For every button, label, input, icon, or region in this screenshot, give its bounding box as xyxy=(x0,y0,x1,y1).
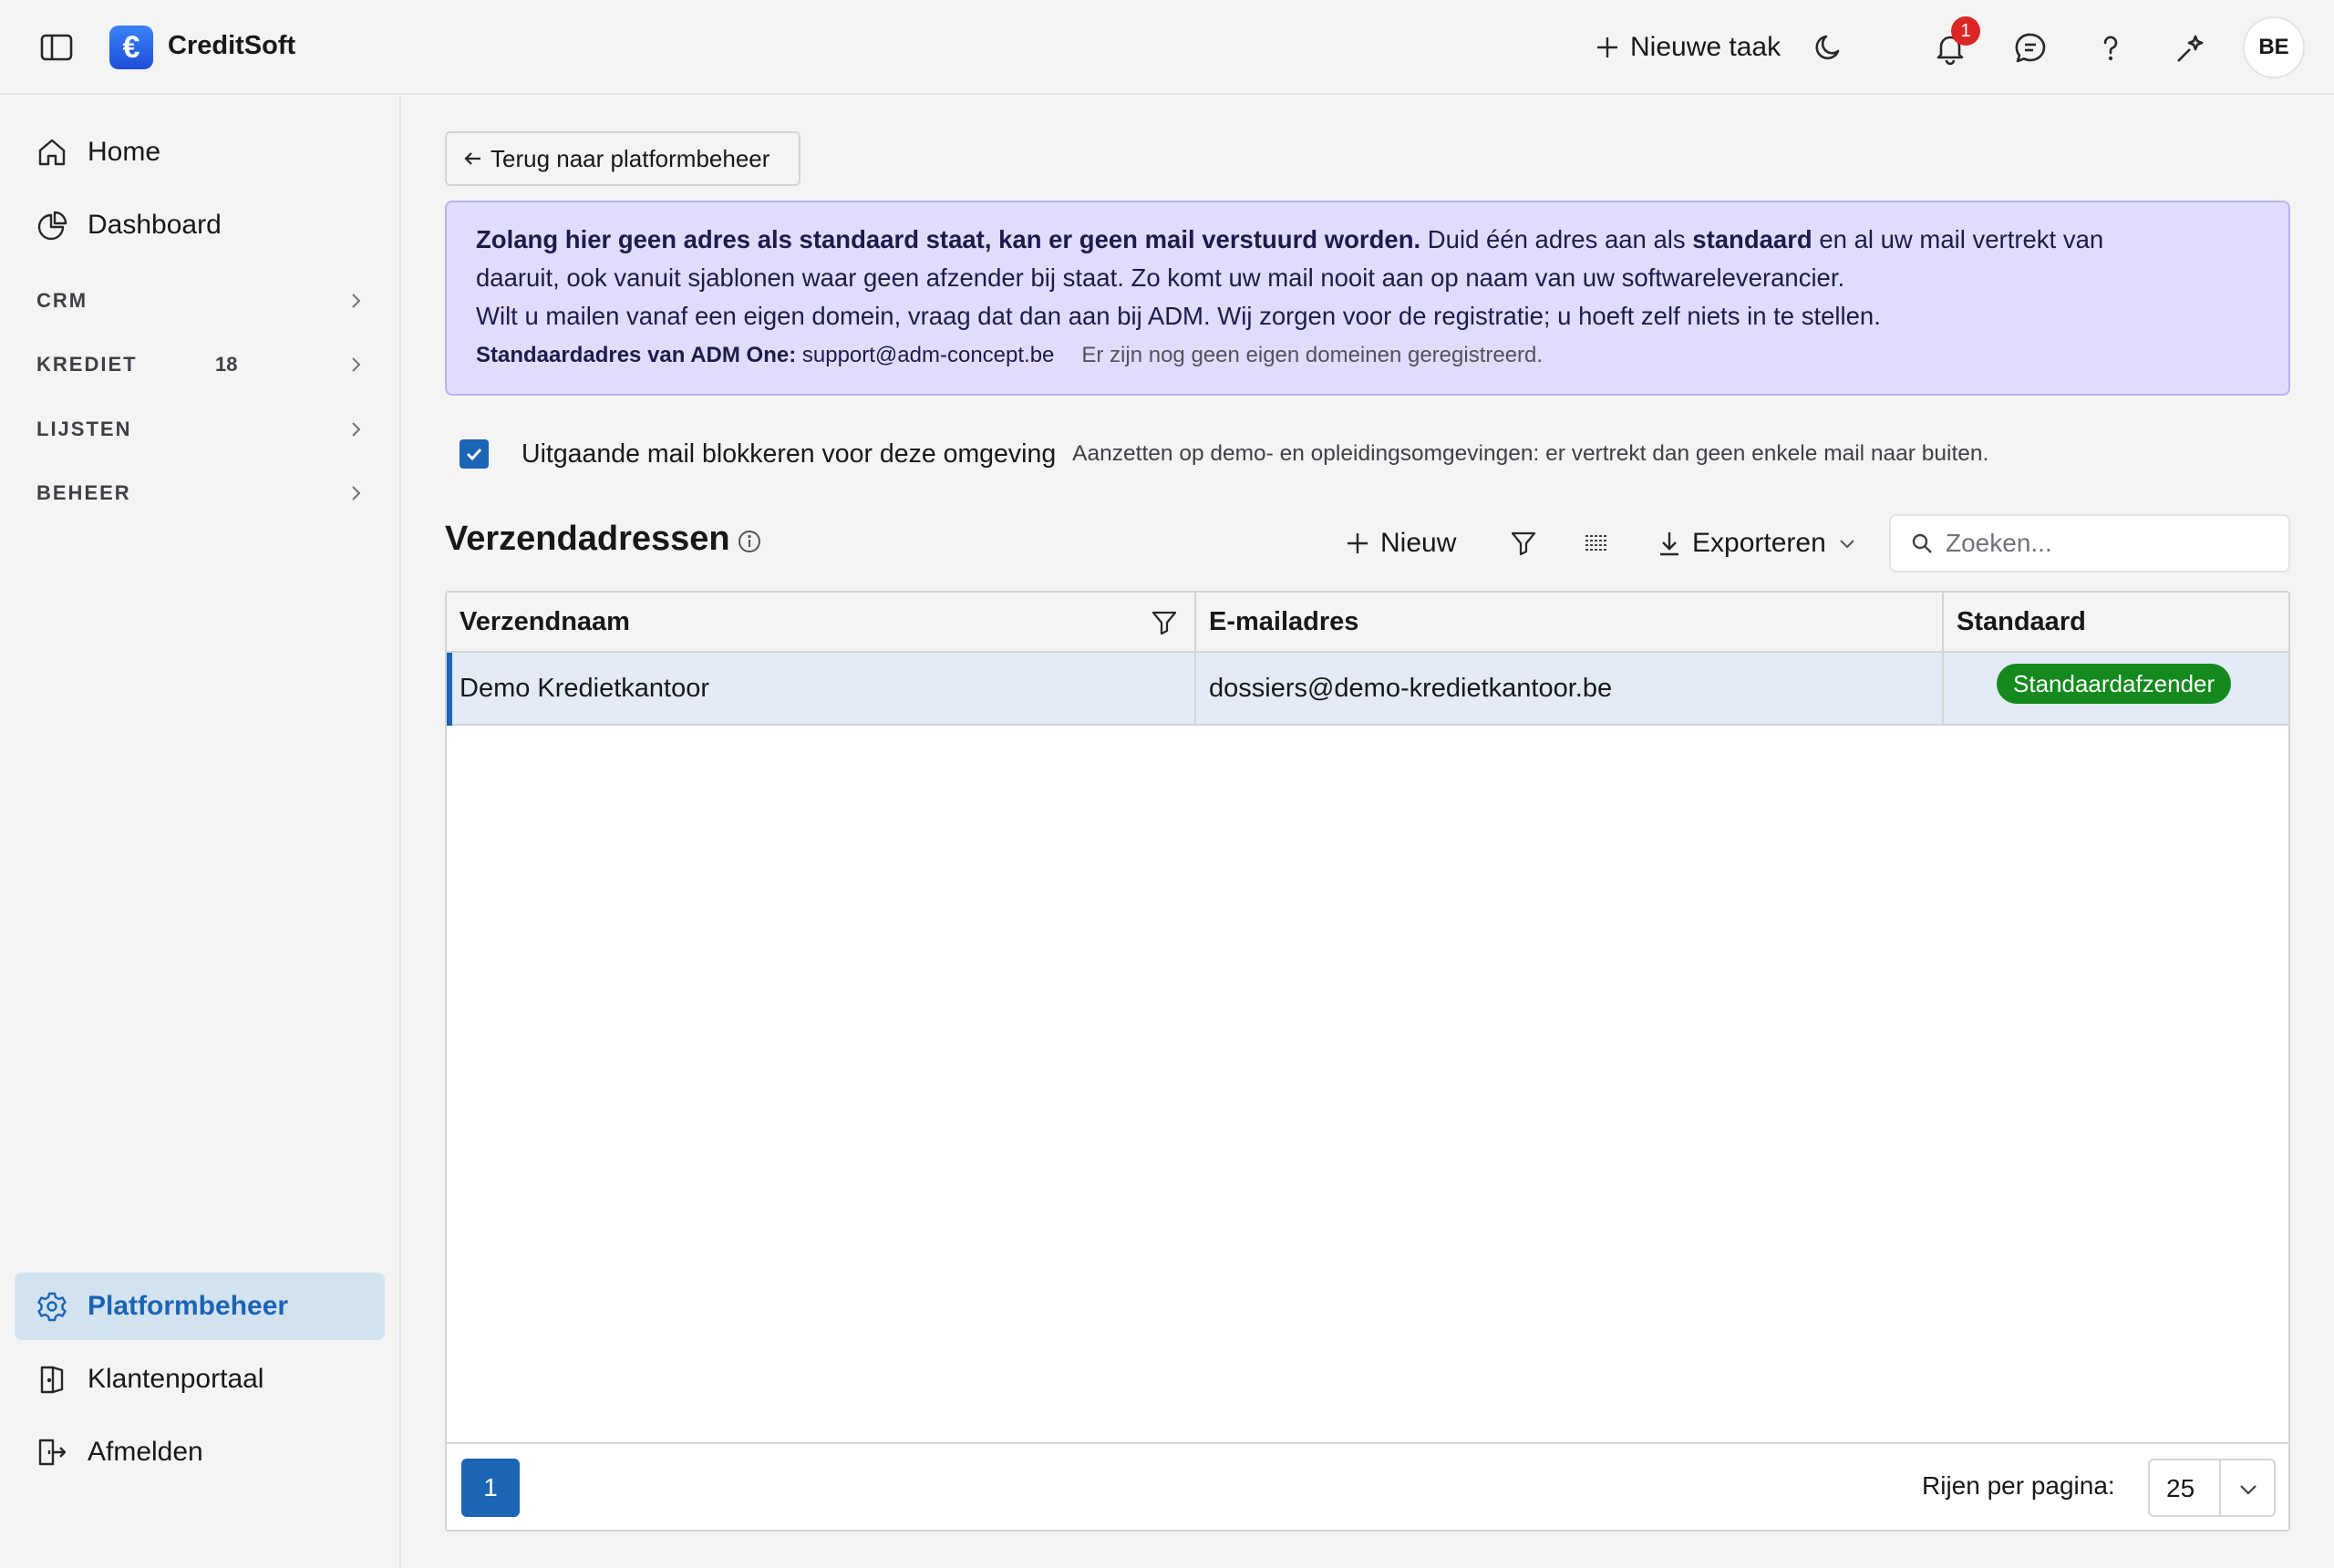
column-label: E-mailadres xyxy=(1209,606,1359,636)
default-address-value: support@adm-concept.be xyxy=(796,343,1055,367)
column-header-default[interactable]: Standaard xyxy=(1944,593,2288,651)
new-task-label: Nieuwe taak xyxy=(1630,32,1781,62)
chevron-right-icon xyxy=(346,420,365,438)
sidebar-item-label: Platformbeheer xyxy=(88,1291,289,1321)
plus-icon xyxy=(1346,531,1369,555)
cell-email: dossiers@demo-kredietkantoor.be xyxy=(1209,673,1613,703)
addresses-table: Verzendnaam E-mailadres Standaard Demo K… xyxy=(445,591,2290,1532)
top-bar: € CreditSoft Nieuwe taak 1 BE xyxy=(0,0,2334,95)
rows-per-page-label: Rijen per pagina: xyxy=(1922,1471,2115,1500)
info-panel: Zolang hier geen adres als standaard sta… xyxy=(445,201,2290,396)
column-label: Verzendnaam xyxy=(460,606,630,636)
sidebar-item-label: Home xyxy=(88,137,161,167)
new-task-button[interactable]: Nieuwe taak xyxy=(1596,27,1781,67)
chevron-right-icon xyxy=(346,292,365,310)
sidebar-group-beheer[interactable]: BEHEER xyxy=(36,475,365,511)
page-title: Verzendadressen xyxy=(445,520,730,558)
filter-button[interactable] xyxy=(1510,523,1537,563)
chat-icon[interactable] xyxy=(2013,31,2048,66)
column-divider xyxy=(1194,593,1196,726)
door-icon xyxy=(36,1364,67,1395)
app-name[interactable]: CreditSoft xyxy=(168,31,295,61)
sidebar-item-klantenportaal[interactable]: Klantenportaal xyxy=(15,1346,385,1413)
back-label: Terug naar platformbeheer xyxy=(491,144,770,172)
chevron-right-icon xyxy=(346,356,365,374)
block-mail-hint: Aanzetten op demo- en opleidingsomgeving… xyxy=(1072,441,1989,466)
block-mail-checkbox[interactable] xyxy=(460,439,489,469)
new-label: Nieuw xyxy=(1380,528,1457,558)
column-filter-icon[interactable] xyxy=(1151,609,1178,636)
export-button[interactable]: Exporteren xyxy=(1658,523,1857,563)
column-header-email[interactable]: E-mailadres xyxy=(1196,593,1944,651)
sidebar-group-crm[interactable]: CRM xyxy=(36,283,365,319)
group-label: CRM xyxy=(36,289,88,312)
plus-icon xyxy=(1596,36,1619,59)
sparkle-wand-icon[interactable] xyxy=(2174,31,2208,66)
group-label: BEHEER xyxy=(36,481,131,504)
info-text: Duid één adres aan als xyxy=(1420,225,1693,253)
column-divider xyxy=(1942,593,1944,726)
new-address-button[interactable]: Nieuw xyxy=(1346,523,1456,563)
table-row[interactable]: Demo Kredietkantoor dossiers@demo-kredie… xyxy=(447,653,2288,726)
moon-icon[interactable] xyxy=(1811,31,1845,66)
search-box[interactable] xyxy=(1889,514,2290,573)
checkmark-icon xyxy=(466,448,482,461)
sidebar-toggle-icon[interactable] xyxy=(40,33,73,62)
chevron-down-icon xyxy=(2237,1479,2259,1501)
search-input[interactable] xyxy=(1946,529,2274,558)
chevron-right-icon xyxy=(346,484,365,502)
filter-icon xyxy=(1510,530,1537,557)
export-label: Exporteren xyxy=(1692,528,1826,558)
group-label: KREDIET xyxy=(36,353,138,376)
info-text: en al uw mail vertrekt van xyxy=(1812,225,2104,253)
group-label: LIJSTEN xyxy=(36,418,132,440)
info-warning: Zolang hier geen adres als standaard sta… xyxy=(476,225,1421,253)
block-mail-row: Uitgaande mail blokkeren voor deze omgev… xyxy=(460,436,1988,472)
notification-badge: 1 xyxy=(1951,16,1980,46)
search-icon xyxy=(1911,532,1933,554)
cell-name: Demo Kredietkantoor xyxy=(460,673,710,703)
columns-grid-icon xyxy=(1583,530,1610,557)
group-count: 18 xyxy=(215,353,238,376)
column-header-name[interactable]: Verzendnaam xyxy=(447,593,1194,651)
home-icon xyxy=(36,137,67,168)
block-mail-label[interactable]: Uitgaande mail blokkeren voor deze omgev… xyxy=(522,439,1056,469)
status-badge: Standaardafzender xyxy=(1997,664,2232,704)
back-to-platform-button[interactable]: Terug naar platformbeheer xyxy=(445,131,800,186)
columns-button[interactable] xyxy=(1583,523,1610,563)
sidebar-item-platformbeheer[interactable]: Platformbeheer xyxy=(15,1273,385,1340)
sidebar-group-lijsten[interactable]: LIJSTEN xyxy=(36,411,365,448)
sidebar: Home Dashboard CRM KREDIET 18 LIJSTEN BE… xyxy=(0,95,401,1568)
sidebar-item-label: Klantenportaal xyxy=(88,1364,264,1394)
sidebar-group-krediet[interactable]: KREDIET 18 xyxy=(36,346,365,383)
sidebar-item-afmelden[interactable]: Afmelden xyxy=(15,1418,385,1486)
arrow-left-icon xyxy=(463,149,483,169)
gear-icon xyxy=(36,1291,67,1322)
sidebar-item-label: Afmelden xyxy=(88,1437,203,1467)
page-button[interactable]: 1 xyxy=(461,1459,520,1517)
select-divider xyxy=(2219,1460,2221,1515)
logout-icon xyxy=(36,1437,67,1468)
column-label: Standaard xyxy=(1957,606,2086,636)
info-text: Wilt u mailen vanaf een eigen domein, vr… xyxy=(476,302,1881,330)
sidebar-item-dashboard[interactable]: Dashboard xyxy=(15,191,385,259)
download-icon xyxy=(1658,530,1681,557)
table-header: Verzendnaam E-mailadres Standaard xyxy=(447,593,2288,653)
user-avatar[interactable]: BE xyxy=(2243,16,2305,78)
app-logo[interactable]: € xyxy=(109,26,153,69)
info-text: daaruit, ook vanuit sjablonen waar geen … xyxy=(476,263,1845,292)
table-footer: 1 Rijen per pagina: 25 xyxy=(447,1442,2288,1530)
info-keyword: standaard xyxy=(1692,225,1812,253)
rows-per-page-select[interactable]: 25 xyxy=(2148,1459,2276,1517)
info-icon[interactable] xyxy=(737,529,762,554)
no-domains-note: Er zijn nog geen eigen domeinen geregist… xyxy=(1081,343,1544,367)
help-icon[interactable] xyxy=(2093,31,2128,66)
rows-per-page-value: 25 xyxy=(2166,1474,2195,1502)
pie-chart-icon xyxy=(36,210,67,241)
sidebar-item-label: Dashboard xyxy=(88,210,222,240)
default-address-label: Standaardadres van ADM One: xyxy=(476,343,797,367)
sidebar-item-home[interactable]: Home xyxy=(15,119,385,186)
chevron-down-icon xyxy=(1837,533,1857,553)
